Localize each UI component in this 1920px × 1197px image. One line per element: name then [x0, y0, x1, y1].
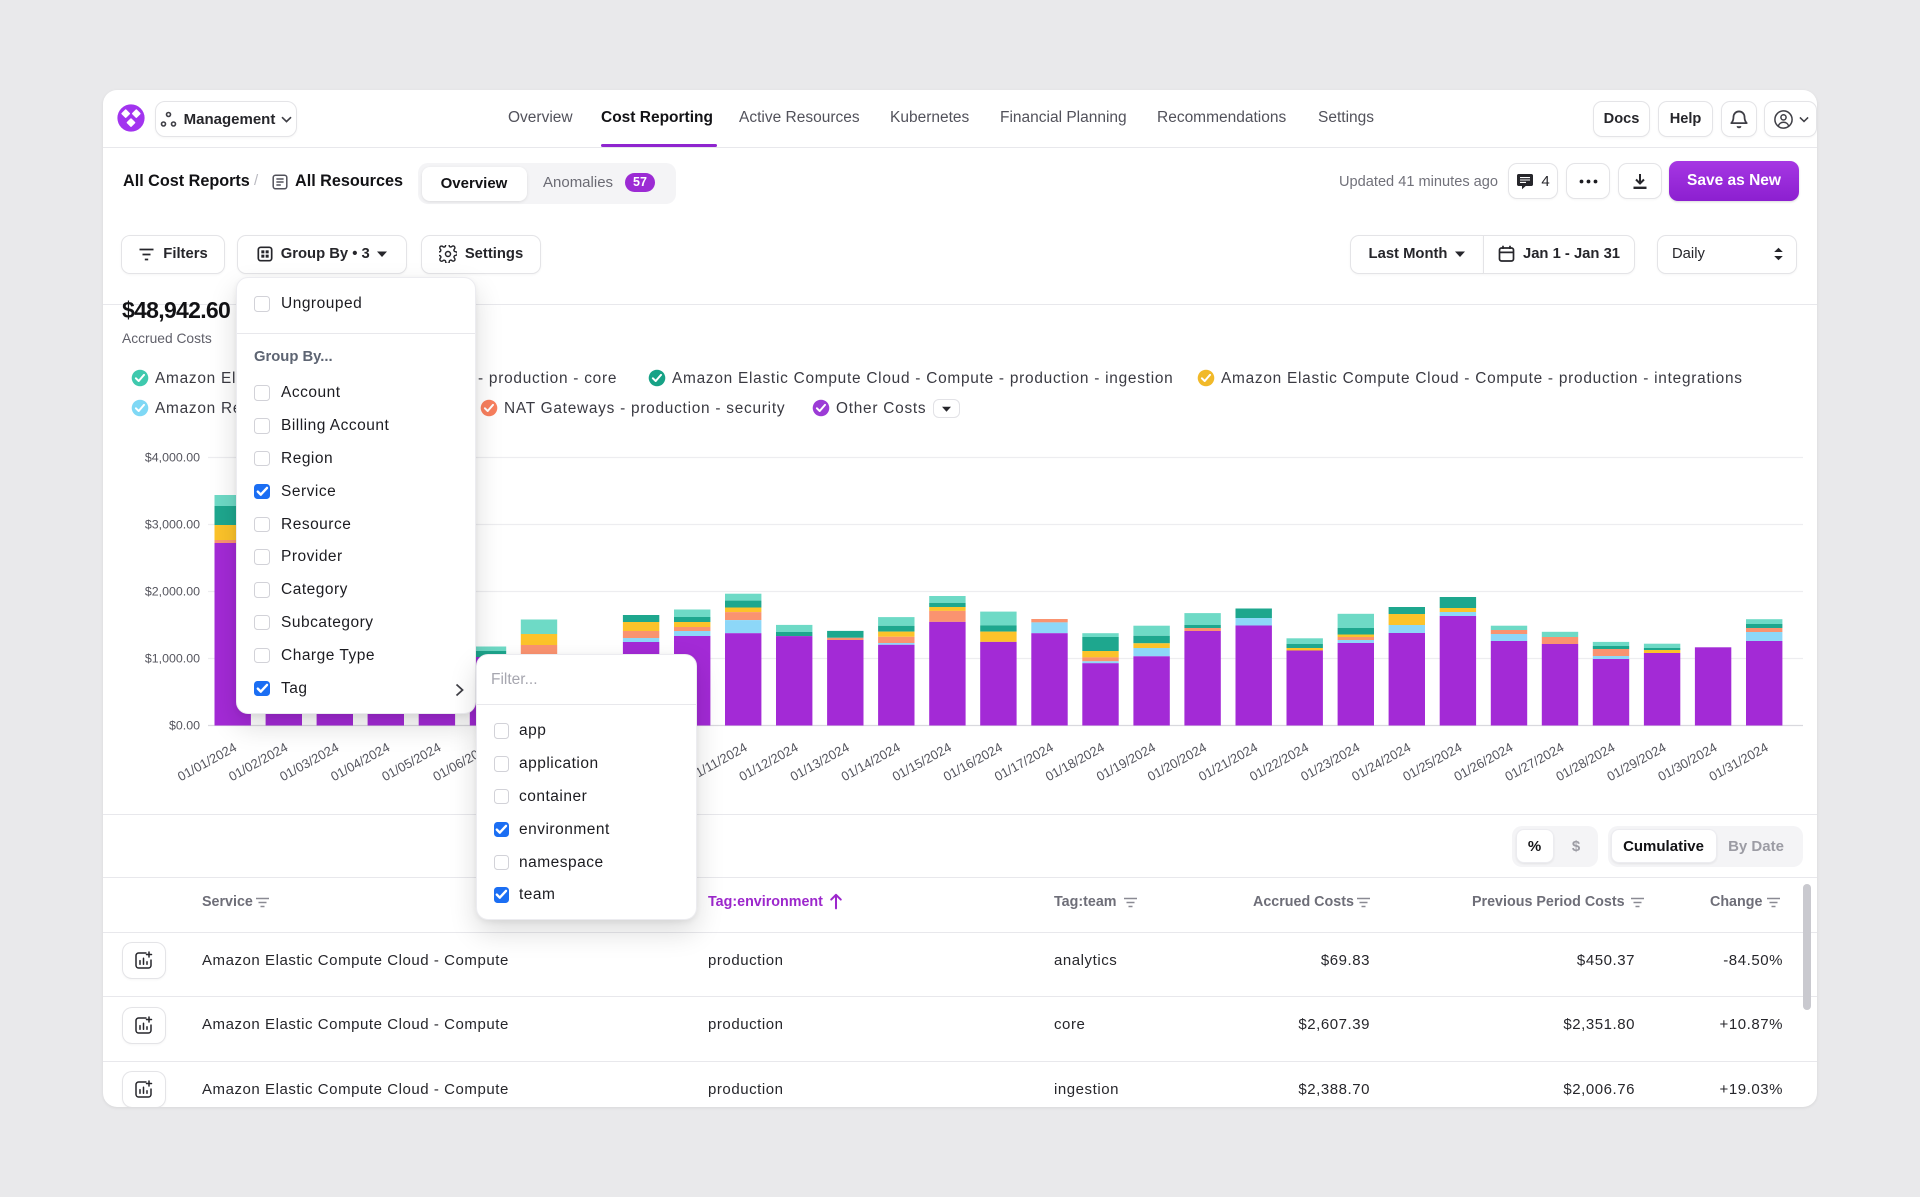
- svg-text:$1,000.00: $1,000.00: [145, 652, 200, 666]
- svg-text:$4,000.00: $4,000.00: [145, 451, 200, 465]
- svg-text:$3,000.00: $3,000.00: [145, 518, 200, 532]
- svg-text:$0.00: $0.00: [169, 719, 200, 733]
- svg-text:01/31/2024: 01/31/2024: [1706, 740, 1770, 785]
- svg-text:$2,000.00: $2,000.00: [145, 585, 200, 599]
